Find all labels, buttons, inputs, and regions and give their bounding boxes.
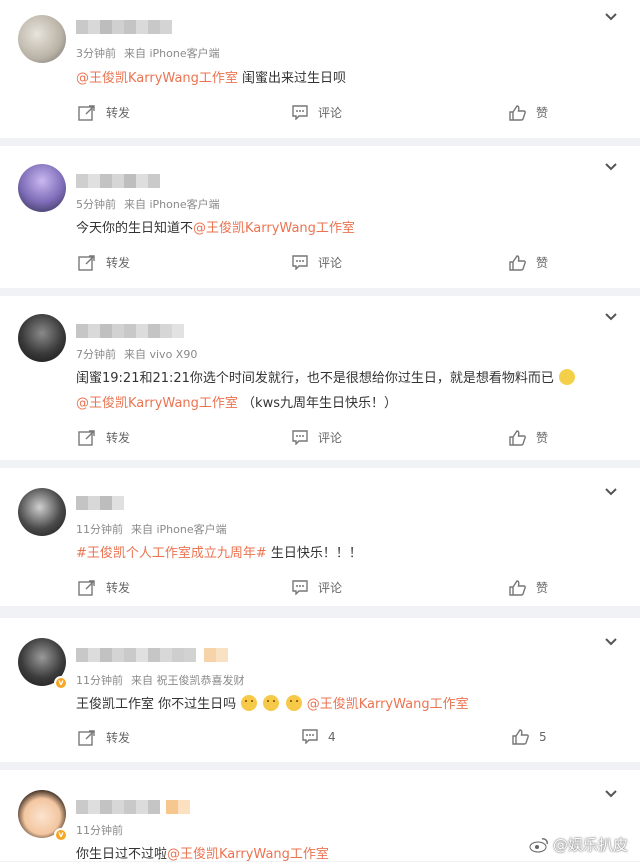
verified-badge-icon: v (54, 828, 68, 842)
chevron-down-icon[interactable] (604, 310, 618, 324)
thumbs-up-icon (509, 104, 526, 121)
comment-text: @王俊凯KarryWang工作室 闺蜜出来过生日呗 (76, 71, 347, 86)
username-blurred[interactable] (76, 324, 184, 338)
comment-button[interactable]: 评论 (292, 429, 342, 446)
chevron-down-icon[interactable] (604, 635, 618, 649)
comment-card: 3分钟前 来自 iPhone客户端 @王俊凯KarryWang工作室 闺蜜出来过生… (0, 0, 640, 138)
repost-icon (78, 104, 95, 121)
mention-link[interactable]: @王俊凯KarryWang工作室 (76, 71, 238, 86)
repost-button[interactable]: 转发 (78, 729, 130, 746)
repost-icon (78, 729, 95, 746)
chevron-down-icon[interactable] (604, 10, 618, 24)
comment-card: 11分钟前 来自 iPhone客户端 #王俊凯个人工作室成立九周年# 生日快乐！！… (0, 468, 640, 606)
repost-button[interactable]: 转发 (78, 254, 130, 271)
chevron-down-icon[interactable] (604, 160, 618, 174)
comment-meta: 7分钟前 来自 vivo X90 (76, 348, 198, 361)
comment-icon (292, 430, 308, 445)
comment-meta: 5分钟前 来自 iPhone客户端 (76, 198, 220, 211)
comment-text: @王俊凯KarryWang工作室 （kws九周年生日快乐！） (76, 396, 397, 411)
comment-icon (302, 729, 318, 744)
comment-button[interactable]: 评论 (292, 579, 342, 596)
comment-text: 闺蜜19:21和21:21你选个时间发就行，也不是很想给你过生日，就是想看物料而… (76, 367, 620, 386)
comment-meta: 11分钟前 来自 祝王俊凯恭喜发财 (76, 674, 245, 687)
thumbs-up-icon (509, 254, 526, 271)
watermark: @娱乐扒皮 (529, 834, 628, 855)
thumbs-up-icon (509, 579, 526, 596)
repost-icon (78, 579, 95, 596)
like-button[interactable]: 5 (512, 729, 547, 745)
avatar[interactable] (18, 15, 66, 63)
laugh-emoji-icon (263, 695, 280, 711)
comment-card: 7分钟前 来自 vivo X90 闺蜜19:21和21:21你选个时间发就行，也不… (0, 296, 640, 460)
repost-button[interactable]: 转发 (78, 579, 130, 596)
repost-icon (78, 429, 95, 446)
like-button[interactable]: 赞 (509, 104, 548, 121)
comment-meta: 11分钟前 来自 iPhone客户端 (76, 523, 227, 536)
smile-emoji-icon (559, 369, 576, 385)
thumbs-up-icon (509, 429, 526, 446)
mention-link[interactable]: @王俊凯KarryWang工作室 (167, 847, 329, 862)
comment-button[interactable]: 评论 (292, 104, 342, 121)
comment-icon (292, 255, 308, 270)
avatar[interactable] (18, 488, 66, 536)
comment-button[interactable]: 评论 (292, 254, 342, 271)
username-blurred[interactable] (76, 648, 228, 662)
avatar[interactable] (18, 164, 66, 212)
chevron-down-icon[interactable] (604, 787, 618, 801)
like-button[interactable]: 赞 (509, 579, 548, 596)
hashtag-link[interactable]: #王俊凯个人工作室成立九周年# (76, 546, 267, 561)
username-blurred[interactable] (76, 174, 160, 188)
comment-meta: 3分钟前 来自 iPhone客户端 (76, 47, 220, 60)
comment-text: 今天你的生日知道不@王俊凯KarryWang工作室 (76, 221, 355, 236)
comment-card: 5分钟前 来自 iPhone客户端 今天你的生日知道不@王俊凯KarryWang工… (0, 146, 640, 288)
like-button[interactable]: 赞 (509, 429, 548, 446)
username-blurred[interactable] (76, 496, 124, 510)
chevron-down-icon[interactable] (604, 485, 618, 499)
mention-link[interactable]: @王俊凯KarryWang工作室 (76, 396, 238, 411)
comment-icon (292, 105, 308, 120)
comment-text: #王俊凯个人工作室成立九周年# 生日快乐！！！ (76, 546, 362, 561)
repost-button[interactable]: 转发 (78, 429, 130, 446)
thumbs-up-icon (512, 729, 529, 745)
mention-link[interactable]: @王俊凯KarryWang工作室 (307, 697, 469, 712)
username-blurred[interactable] (76, 800, 190, 814)
comment-card: v 11分钟前 来自 祝王俊凯恭喜发财 王俊凯工作室 你不过生日吗 @王俊凯Kar… (0, 618, 640, 762)
repost-button[interactable]: 转发 (78, 104, 130, 121)
laugh-emoji-icon (241, 695, 258, 711)
comment-icon (292, 580, 308, 595)
comment-button[interactable]: 4 (302, 729, 336, 744)
laugh-emoji-icon (285, 695, 302, 711)
comment-text: 王俊凯工作室 你不过生日吗 @王俊凯KarryWang工作室 (76, 695, 469, 712)
verified-badge-icon: v (54, 676, 68, 690)
mention-link[interactable]: @王俊凯KarryWang工作室 (193, 221, 355, 236)
like-button[interactable]: 赞 (509, 254, 548, 271)
username-blurred[interactable] (76, 20, 172, 34)
repost-icon (78, 254, 95, 271)
comment-meta: 11分钟前 (76, 824, 123, 837)
weibo-logo-icon (529, 837, 548, 852)
avatar[interactable] (18, 314, 66, 362)
